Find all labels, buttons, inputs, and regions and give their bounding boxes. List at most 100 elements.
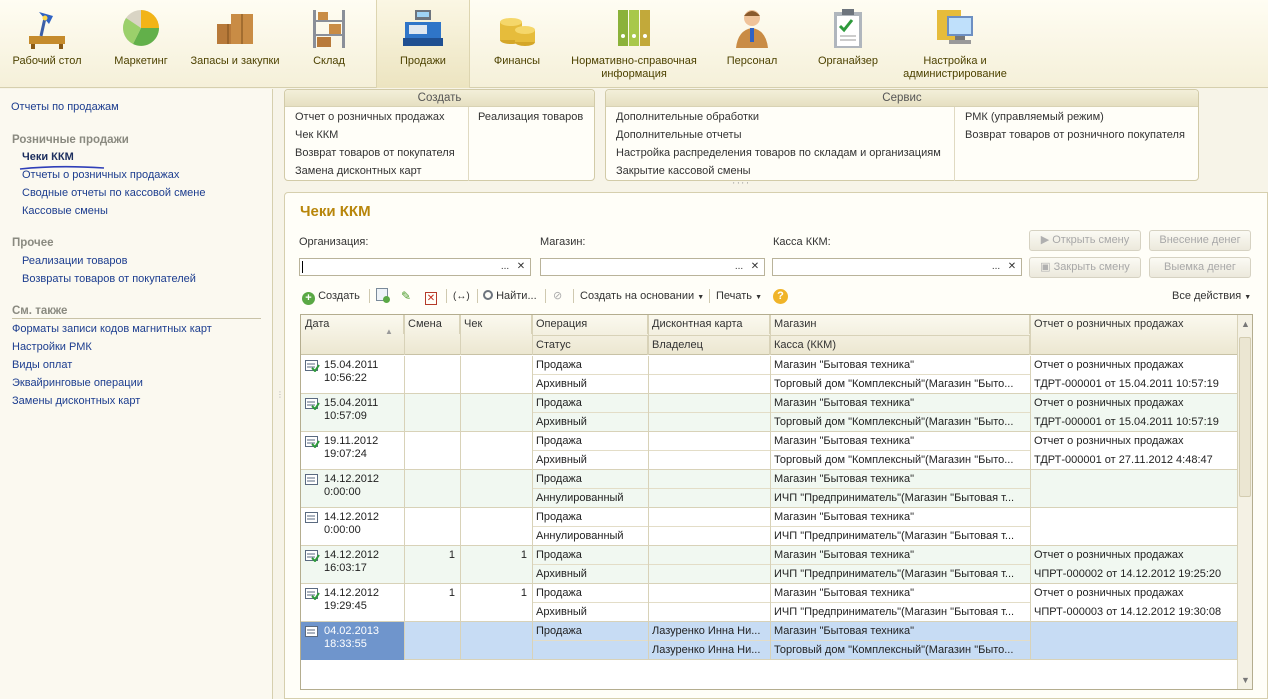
close-shift-button[interactable]: ▣ Закрыть смену <box>1029 257 1141 278</box>
section-finance[interactable]: Финансы <box>470 0 564 88</box>
panel-resize-grip[interactable]: '''' <box>733 181 751 190</box>
scroll-thumb[interactable] <box>1239 337 1251 497</box>
section-warehouse[interactable]: Склад <box>282 0 376 88</box>
table-row[interactable]: 14.12.2012 0:00:00 Продажа Аннулированный Ма… <box>301 470 1238 508</box>
table-row[interactable]: 14.12.2012 16:03:17 1 1 Продажа Архивный Магаз… <box>301 546 1238 584</box>
nav-item-discount-card-replacements[interactable]: Замены дисконтных карт <box>12 395 140 407</box>
col-header-store[interactable]: Магазин <box>770 315 1030 334</box>
col-header-shift[interactable]: Смена <box>404 315 460 334</box>
nav-item-kkm-checks[interactable]: Чеки ККМ <box>22 151 74 163</box>
nav-item-rmk-settings[interactable]: Настройки РМК <box>12 341 92 353</box>
report-number-cell[interactable] <box>1030 489 1238 508</box>
panel-splitter[interactable]: ⋮ <box>276 390 284 410</box>
service-rmk-managed[interactable]: РМК (управляемый режим) <box>965 111 1104 123</box>
report-number-cell[interactable]: ЧПРТ-000003 от 14.12.2012 19:30:08 <box>1030 603 1238 622</box>
table-row[interactable]: 15.04.2011 10:57:09 Продажа Архивный Магазин… <box>301 394 1238 432</box>
owner-cell <box>648 375 770 394</box>
create-card-replacement[interactable]: Замена дисконтных карт <box>295 165 422 177</box>
service-return-from-retail[interactable]: Возврат товаров от розничного покупателя <box>965 129 1185 141</box>
section-personnel[interactable]: Персонал <box>704 0 800 88</box>
table-row[interactable]: 15.04.2011 10:56:22 Продажа Архивный Магазин… <box>301 356 1238 394</box>
store-field[interactable]: ... ✕ <box>540 258 765 276</box>
report-cell[interactable]: Отчет о розничных продажах <box>1030 356 1238 375</box>
service-close-cash-shift[interactable]: Закрытие кассовой смены <box>616 165 751 177</box>
report-number-cell[interactable]: ТДРТ-000001 от 15.04.2011 10:57:19 <box>1030 375 1238 394</box>
nav-item-acquiring[interactable]: Эквайринговые операции <box>12 377 143 389</box>
store-clear-button[interactable]: ✕ <box>747 260 763 274</box>
help-button[interactable]: ? <box>773 287 788 305</box>
report-number-cell[interactable] <box>1030 641 1238 660</box>
col-header-discount-card[interactable]: Дисконтная карта <box>648 315 770 334</box>
table-row[interactable]: 04.02.2013 18:33:55 Продажа Лазуренко Инна … <box>301 622 1238 660</box>
col-header-operation[interactable]: Операция <box>532 315 648 334</box>
kkm-select-button[interactable]: ... <box>988 260 1004 274</box>
section-inventory[interactable]: Запасы и закупки <box>188 0 282 88</box>
find-button[interactable]: Найти... <box>483 287 537 305</box>
create-kkm-check[interactable]: Чек ККМ <box>295 129 338 141</box>
report-number-cell[interactable]: ТДРТ-000001 от 27.11.2012 4:48:47 <box>1030 451 1238 470</box>
organization-select-button[interactable]: ... <box>497 260 513 274</box>
print-button[interactable]: Печать ▼ <box>716 287 762 305</box>
section-admin[interactable]: Настройка и администрирование <box>896 0 1014 88</box>
report-cell[interactable] <box>1030 470 1238 489</box>
nav-item-cash-shifts[interactable]: Кассовые смены <box>22 205 108 217</box>
report-cell[interactable] <box>1030 622 1238 641</box>
connect-button[interactable]: (↔) <box>453 287 470 305</box>
service-additional-processing[interactable]: Дополнительные обработки <box>616 111 759 123</box>
nav-item-retail-reports[interactable]: Отчеты о розничных продажах <box>22 169 179 181</box>
withdraw-money-button[interactable]: Выемка денег <box>1149 257 1251 278</box>
vertical-scrollbar[interactable]: ▲ ▼ <box>1237 315 1252 689</box>
deposit-money-button[interactable]: Внесение денег <box>1149 230 1251 251</box>
checks-table[interactable]: Дата ▲ Смена Чек Операция Дисконтная кар… <box>300 314 1253 690</box>
scroll-down-icon[interactable]: ▼ <box>1241 675 1250 685</box>
all-actions-button[interactable]: Все действия ▼ <box>1172 287 1251 305</box>
organization-field[interactable]: ... ✕ <box>299 258 531 276</box>
nav-sales-reports[interactable]: Отчеты по продажам <box>11 101 119 113</box>
store-select-button[interactable]: ... <box>731 260 747 274</box>
scroll-up-icon[interactable]: ▲ <box>1241 319 1250 329</box>
report-number-cell[interactable] <box>1030 527 1238 546</box>
service-distribution-settings[interactable]: Настройка распределения товаров по склад… <box>616 147 941 159</box>
report-cell[interactable]: Отчет о розничных продажах <box>1030 394 1238 413</box>
table-row[interactable]: 14.12.2012 19:29:45 1 1 Продажа Архивный Магаз… <box>301 584 1238 622</box>
report-cell[interactable]: Отчет о розничных продажах <box>1030 584 1238 603</box>
section-sales[interactable]: Продажи <box>376 0 470 88</box>
nav-item-sales-of-goods[interactable]: Реализации товаров <box>22 255 127 267</box>
col-header-check[interactable]: Чек <box>460 315 532 334</box>
create-button[interactable]: + Создать <box>302 287 360 305</box>
report-number-cell[interactable]: ЧПРТ-000002 от 14.12.2012 19:25:20 <box>1030 565 1238 584</box>
open-shift-button[interactable]: ▶ Открыть смену <box>1029 230 1141 251</box>
section-reference-info[interactable]: Нормативно-справочная информация <box>564 0 704 88</box>
section-desktop[interactable]: Рабочий стол <box>0 0 94 88</box>
copy-button[interactable] <box>376 287 390 305</box>
service-additional-reports[interactable]: Дополнительные отчеты <box>616 129 741 141</box>
nav-item-returns[interactable]: Возвраты товаров от покупателей <box>22 273 196 285</box>
create-based-on-button[interactable]: Создать на основании ▼ <box>580 287 704 305</box>
report-number-cell[interactable]: ТДРТ-000001 от 15.04.2011 10:57:19 <box>1030 413 1238 432</box>
kkm-field[interactable]: ... ✕ <box>772 258 1022 276</box>
col-header-retail-report[interactable]: Отчет о розничных продажах <box>1030 315 1238 334</box>
cancel-search-button[interactable]: ⊘ <box>553 287 562 305</box>
column-divider <box>770 546 771 584</box>
report-cell[interactable]: Отчет о розничных продажах <box>1030 546 1238 565</box>
create-return-from-buyer[interactable]: Возврат товаров от покупателя <box>295 147 455 159</box>
nav-item-magnetic-card-formats[interactable]: Форматы записи кодов магнитных карт <box>12 323 212 335</box>
nav-item-shift-reports[interactable]: Сводные отчеты по кассовой смене <box>22 187 205 199</box>
col-header-kkm[interactable]: Касса (ККМ) <box>770 336 1030 355</box>
edit-button[interactable]: ✎ <box>401 287 411 305</box>
create-sale-of-goods[interactable]: Реализация товаров <box>478 111 583 123</box>
report-cell[interactable]: Отчет о розничных продажах <box>1030 432 1238 451</box>
section-organizer[interactable]: Органайзер <box>800 0 896 88</box>
organization-clear-button[interactable]: ✕ <box>513 260 529 274</box>
col-header-owner[interactable]: Владелец <box>648 336 770 355</box>
person-icon <box>736 10 768 48</box>
table-row[interactable]: 14.12.2012 0:00:00 Продажа Аннулированный Ма… <box>301 508 1238 546</box>
section-marketing[interactable]: Маркетинг <box>94 0 188 88</box>
kkm-clear-button[interactable]: ✕ <box>1004 260 1020 274</box>
col-header-status[interactable]: Статус <box>532 336 648 355</box>
mark-delete-button[interactable]: ✕ <box>425 287 437 305</box>
report-cell[interactable] <box>1030 508 1238 527</box>
create-retail-report[interactable]: Отчет о розничных продажах <box>295 111 444 123</box>
nav-item-payment-types[interactable]: Виды оплат <box>12 359 72 371</box>
table-row[interactable]: 19.11.2012 19:07:24 Продажа Архивный Магазин… <box>301 432 1238 470</box>
